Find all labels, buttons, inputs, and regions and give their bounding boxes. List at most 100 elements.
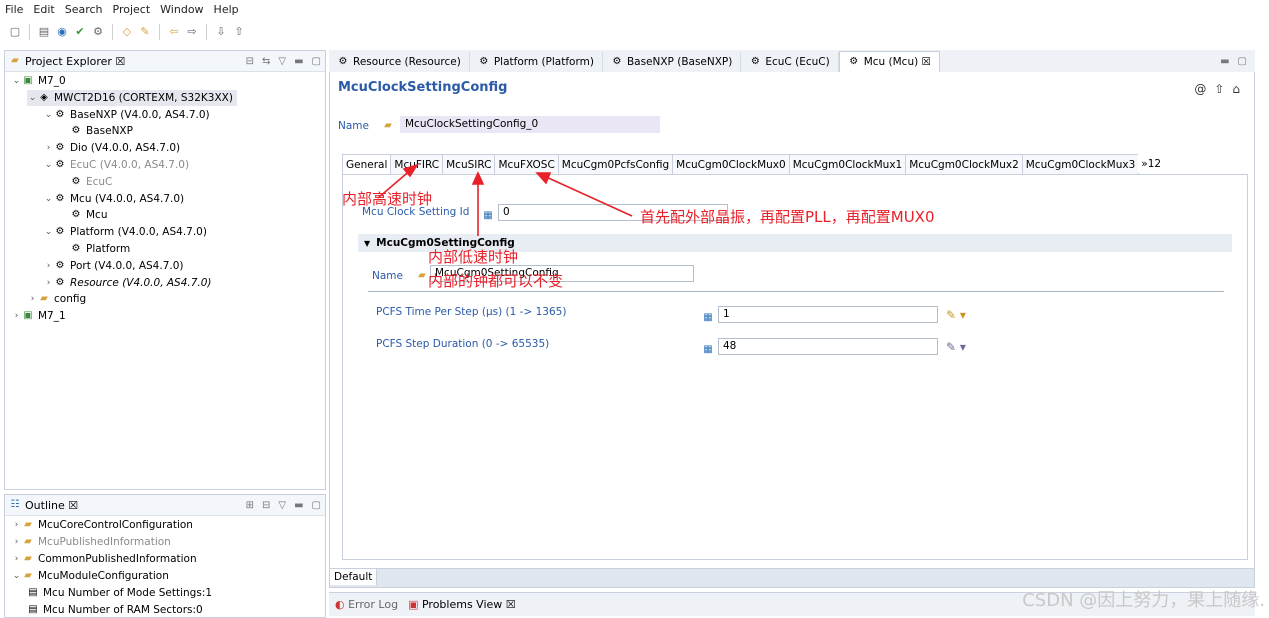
chevron-down-icon[interactable]: ⌄ xyxy=(11,571,22,581)
pcfs-duration-field[interactable]: 48 xyxy=(718,338,938,355)
chevron-right-icon[interactable]: › xyxy=(43,278,54,288)
chevron-right-icon[interactable]: › xyxy=(11,520,22,530)
tree-item[interactable]: ⌄ ⚙ BaseNXP (V4.0.0, AS4.7.0) xyxy=(43,107,210,123)
tab-problems-view[interactable]: ▣ Problems View ☒ xyxy=(408,598,516,611)
tab-mcufxosc[interactable]: McuFXOSC xyxy=(494,154,559,174)
tree-item[interactable]: ⌄ ▣ M7_0 xyxy=(11,73,66,89)
tree-item[interactable]: › ⚙ Port (V4.0.0, AS4.7.0) xyxy=(43,258,184,274)
tree-item[interactable]: ⚙ EcuC xyxy=(59,174,113,190)
menu-edit[interactable]: Edit xyxy=(28,3,59,16)
save-icon[interactable]: ▤ xyxy=(37,25,51,39)
prev-annotation-icon[interactable]: ⇧ xyxy=(232,25,246,39)
validate-icon[interactable]: ✔ xyxy=(73,25,87,39)
outline-item[interactable]: › ▰ CommonPublishedInformation xyxy=(11,551,197,567)
pen-icon[interactable]: ✎ xyxy=(138,25,152,39)
collapse-all-icon[interactable]: ⊟ xyxy=(246,56,254,67)
tree-item[interactable]: ⚙ BaseNXP xyxy=(59,123,133,139)
outline-item[interactable]: ▤ Mcu Number of RAM Sectors:0 xyxy=(27,602,202,618)
tab-resource[interactable]: ⚙ Resource (Resource) xyxy=(329,52,470,72)
outline-title[interactable]: Outline ☒ xyxy=(25,499,78,512)
menu-search[interactable]: Search xyxy=(60,3,108,16)
next-annotation-icon[interactable]: ⇩ xyxy=(214,25,228,39)
up-icon[interactable]: ⇧ xyxy=(1214,82,1224,96)
tab-mcucgm0clockmux1[interactable]: McuCgm0ClockMux1 xyxy=(788,154,907,174)
tab-platform[interactable]: ⚙ Platform (Platform) xyxy=(470,52,603,72)
menu-help[interactable]: Help xyxy=(209,3,244,16)
at-icon[interactable]: @ xyxy=(1194,82,1206,96)
collapse-all-icon[interactable]: ⊟ xyxy=(262,500,270,511)
chevron-down-icon[interactable]: ⌄ xyxy=(43,227,54,237)
minimize-icon[interactable]: ▬ xyxy=(294,500,303,511)
tab-mcusirc[interactable]: McuSIRC xyxy=(442,154,496,174)
tree-item[interactable]: ⌄ ⚙ EcuC (V4.0.0, AS4.7.0) xyxy=(43,157,189,173)
forward-icon[interactable]: ⇨ xyxy=(185,25,199,39)
tab-error-log[interactable]: ◐ Error Log xyxy=(335,598,398,611)
tab-ecuc[interactable]: ⚙ EcuC (EcuC) xyxy=(741,52,839,72)
chevron-right-icon[interactable]: › xyxy=(11,537,22,547)
tree-item[interactable]: › ▰ config xyxy=(27,291,86,307)
menu-file[interactable]: File xyxy=(0,3,28,16)
tree-item[interactable]: ⌄ ◈ MWCT2D16 (CORTEXM, S32K3XX) xyxy=(27,89,237,106)
tree-item[interactable]: ⌄ ⚙ Mcu (V4.0.0, AS4.7.0) xyxy=(43,191,184,207)
tab-mcucgm0clockmux3[interactable]: McuCgm0ClockMux3 xyxy=(1021,154,1140,174)
name-field[interactable]: McuClockSettingConfig_0 xyxy=(400,116,660,133)
chevron-down-icon[interactable]: ⌄ xyxy=(11,76,22,86)
pcfs-time-field[interactable]: 1 xyxy=(718,306,938,323)
editor-maximize-icon[interactable]: ▢ xyxy=(1238,56,1247,67)
chevron-right-icon[interactable]: › xyxy=(11,554,22,564)
globe-icon[interactable]: ◉ xyxy=(55,25,69,39)
menu-window[interactable]: Window xyxy=(155,3,208,16)
tree-item[interactable]: ⚙ Platform xyxy=(59,241,131,257)
chevron-down-icon[interactable]: ⌄ xyxy=(43,110,54,120)
chevron-right-icon[interactable]: › xyxy=(43,261,54,271)
tab-mcucgm0clockmux2[interactable]: McuCgm0ClockMux2 xyxy=(905,154,1023,174)
link-icon[interactable]: ◇ xyxy=(120,25,134,39)
menu-project[interactable]: Project xyxy=(108,3,156,16)
chevron-right-icon[interactable]: › xyxy=(27,294,38,304)
back-icon[interactable]: ⇦ xyxy=(167,25,181,39)
default-tab[interactable]: Default xyxy=(330,569,378,585)
outline-item[interactable]: ⌄ ▰ McuModuleConfiguration xyxy=(11,568,169,584)
project-explorer-title[interactable]: Project Explorer ☒ xyxy=(25,55,125,68)
config-tab-bar: General McuFIRC McuSIRC McuFXOSC McuCgm0… xyxy=(342,154,1248,175)
chevron-right-icon[interactable]: › xyxy=(11,311,22,321)
chevron-down-icon[interactable]: ⌄ xyxy=(43,194,54,204)
tab-mcu[interactable]: ⚙ Mcu (Mcu) ☒ xyxy=(838,51,940,72)
tree-item[interactable]: › ⚙ Resource (V4.0.0, AS4.7.0) xyxy=(43,275,212,291)
tree-item[interactable]: ⌄ ⚙ Platform (V4.0.0, AS4.7.0) xyxy=(43,224,207,240)
tab-label: Problems View ☒ xyxy=(421,598,516,611)
home-icon[interactable]: ⌂ xyxy=(1232,82,1240,96)
maximize-icon[interactable]: ▢ xyxy=(312,500,321,511)
tab-mcucgm0clockmux0[interactable]: McuCgm0ClockMux0 xyxy=(672,154,790,174)
new-icon[interactable]: ▢ xyxy=(8,25,22,39)
name-label: Name xyxy=(338,120,369,132)
generate-icon[interactable]: ⚙ xyxy=(91,25,105,39)
chevron-down-icon[interactable]: ⌄ xyxy=(43,160,54,170)
tree-item[interactable]: › ⚙ Dio (V4.0.0, AS4.7.0) xyxy=(43,140,180,156)
tree-item-label: BaseNXP (V4.0.0, AS4.7.0) xyxy=(70,108,210,121)
tree-item[interactable]: ⚙ Mcu xyxy=(59,207,108,223)
tab-general[interactable]: General xyxy=(342,154,392,174)
outline-item[interactable]: › ▰ McuPublishedInformation xyxy=(11,534,171,550)
view-menu-icon[interactable]: ▽ xyxy=(278,500,286,511)
tree-item[interactable]: › ▣ M7_1 xyxy=(11,308,66,324)
chevron-right-icon[interactable]: › xyxy=(43,143,54,153)
project-explorer-icon: ▰ xyxy=(11,55,19,66)
tab-overflow[interactable]: »12 xyxy=(1138,154,1165,173)
view-menu-icon[interactable]: ▽ xyxy=(278,56,286,67)
expand-all-icon[interactable]: ⊞ xyxy=(246,500,254,511)
minimize-icon[interactable]: ▬ xyxy=(294,56,303,67)
tab-basenxp[interactable]: ⚙ BaseNXP (BaseNXP) xyxy=(603,52,742,72)
editor-minimize-icon[interactable]: ▬ xyxy=(1220,56,1229,67)
link-editor-icon[interactable]: ⇆ xyxy=(262,56,270,67)
tab-mcufirc[interactable]: McuFIRC xyxy=(390,154,444,174)
editor-tab-bar: ⚙ Resource (Resource) ⚙ Platform (Platform… xyxy=(329,50,1255,73)
tab-mcucgm0pcfsconfig[interactable]: McuCgm0PcfsConfig xyxy=(557,154,674,174)
chevron-down-icon[interactable]: ⌄ xyxy=(27,93,38,103)
maximize-icon[interactable]: ▢ xyxy=(312,56,321,67)
calc-pencil-icon[interactable]: ✎ ▾ xyxy=(946,340,966,354)
outline-item[interactable]: › ▰ McuCoreControlConfiguration xyxy=(11,517,193,533)
outline-item[interactable]: ▤ Mcu Number of Mode Settings:1 xyxy=(27,585,212,601)
tree-item-label: Platform xyxy=(86,243,131,255)
edit-pencil-icon[interactable]: ✎ ▾ xyxy=(946,308,966,322)
